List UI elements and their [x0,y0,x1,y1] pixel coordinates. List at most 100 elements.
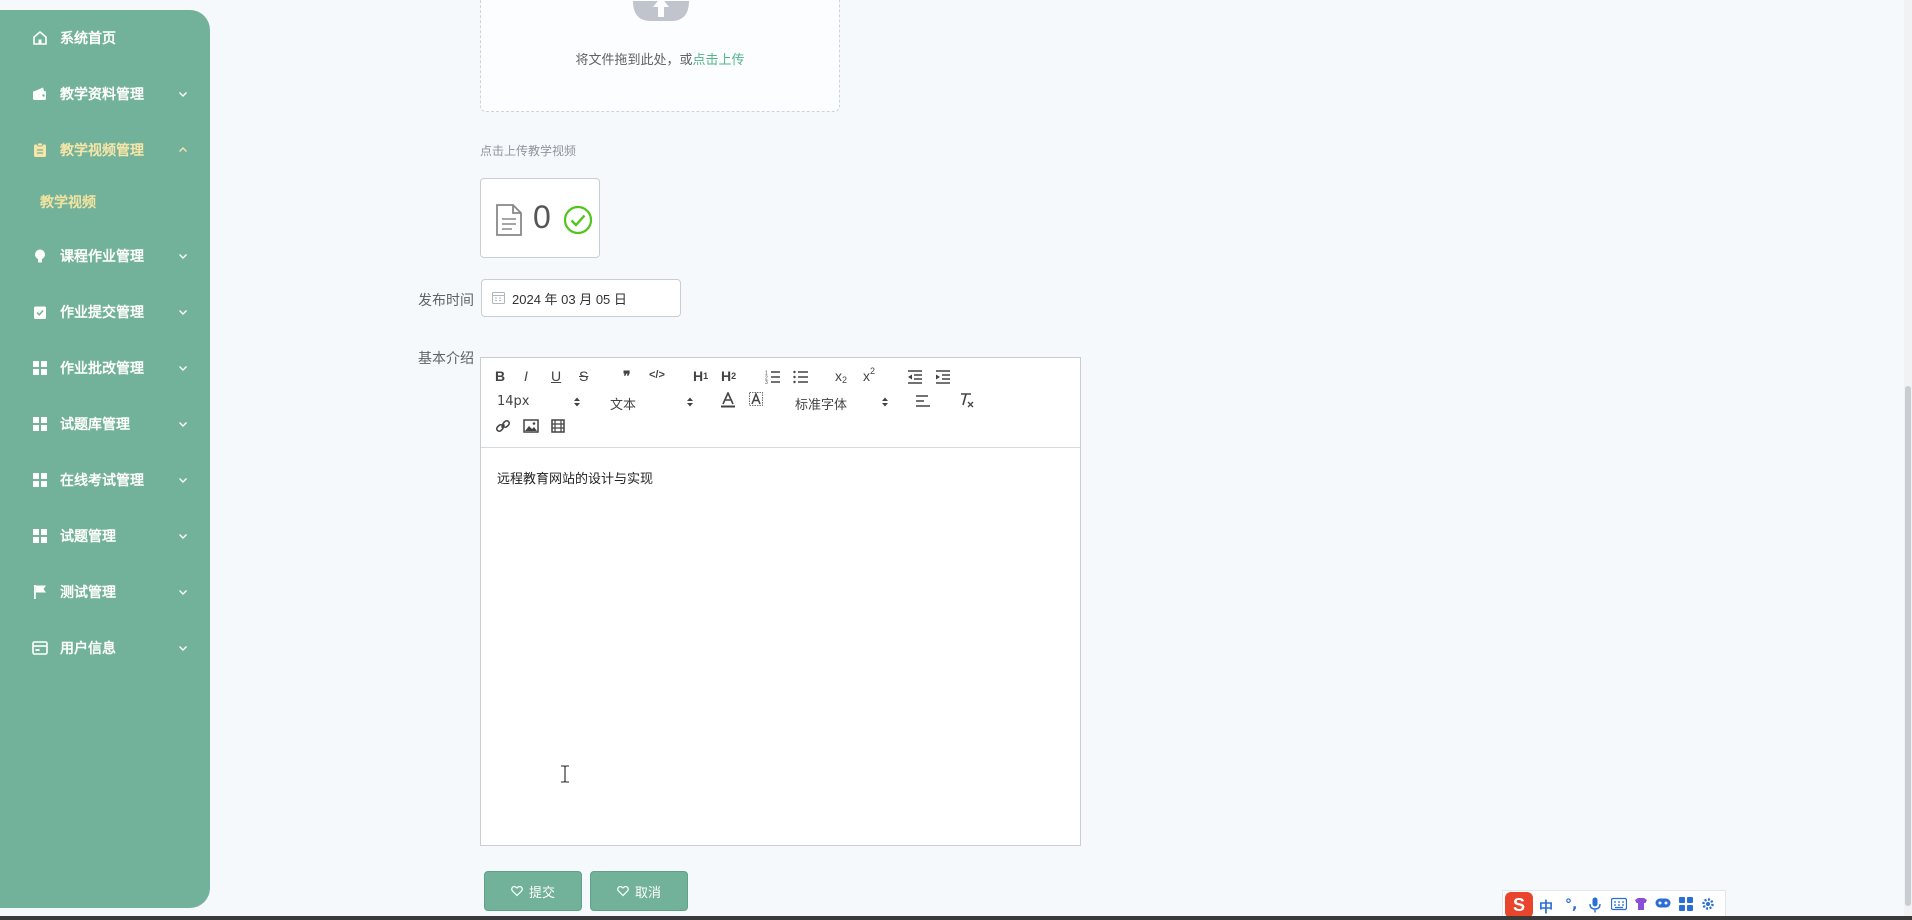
uploaded-file-card[interactable]: 0 [480,178,600,258]
image-icon[interactable] [523,419,539,433]
chevron-updown-icon [574,397,580,407]
sidebar-item-teaching-videos[interactable]: 教学视频管理 [0,122,210,178]
sidebar-item-label: 用户信息 [60,641,116,657]
sidebar-item-test[interactable]: 测试管理 [0,564,210,620]
taskbar-edge [0,916,1912,920]
punctuation-icon[interactable]: °, [1565,897,1577,913]
submit-button[interactable]: 提交 [484,871,582,911]
chevron-updown-icon [882,397,888,407]
clipboard-check-icon [32,304,48,320]
header-picker[interactable]: 文本 [610,394,694,413]
sidebar-item-questions[interactable]: 试题管理 [0,508,210,564]
upload-cloud-icon [633,0,689,21]
publish-date-value: 2024 年 03 月 05 日 [512,291,627,307]
header-picker-value: 文本 [610,398,637,413]
background-color-icon[interactable] [749,392,763,408]
heading1-icon[interactable]: H1 [693,368,708,384]
ime-toolbar: S 中 °, [1502,890,1726,918]
bulb-icon [32,248,48,264]
sidebar-subitem-label: 教学视频 [40,195,96,211]
keyboard-icon[interactable] [1610,897,1628,915]
chevron-updown-icon [687,397,693,407]
chevron-down-icon [179,534,187,539]
sidebar-item-online-exam[interactable]: 在线考试管理 [0,452,210,508]
editor-content[interactable]: 远程教育网站的设计与实现 [497,468,653,487]
sidebar-item-home[interactable]: 系统首页 [0,10,210,66]
chevron-down-icon [179,366,187,371]
sidebar-item-label: 试题库管理 [60,417,130,433]
game-icon[interactable] [1655,897,1671,913]
link-icon[interactable] [495,418,511,434]
align-icon[interactable] [915,395,931,407]
home-icon [32,30,48,46]
indent-icon[interactable] [935,370,951,384]
ordered-list-icon[interactable]: 123 [765,370,781,384]
skin-icon[interactable] [1633,897,1649,915]
superscript-icon[interactable]: x2 [863,366,875,384]
text-color-icon[interactable] [721,392,735,408]
ime-logo[interactable]: S [1505,892,1533,918]
clear-format-icon[interactable] [959,392,975,408]
sidebar-item-teaching-materials[interactable]: 教学资料管理 [0,66,210,122]
heading2-icon[interactable]: H2 [721,368,736,384]
video-icon[interactable] [551,419,565,433]
grid-icon [32,416,48,432]
submit-button-label: 提交 [528,885,555,901]
ime-mode-toggle[interactable]: 中 [1539,897,1553,917]
sidebar-item-homework-review[interactable]: 作业批改管理 [0,340,210,396]
sidebar-item-label: 系统首页 [60,31,116,47]
sidebar: 系统首页 教学资料管理 教学视频管理 教学视频 课程作业管理 作业提交管理 作业… [0,10,210,908]
publish-date-picker[interactable]: 2024 年 03 月 05 日 [481,279,681,317]
font-size-picker[interactable]: 14px [497,394,581,409]
underline-icon[interactable]: U [551,368,561,384]
clipboard-icon [32,142,48,158]
grid-icon [32,472,48,488]
outdent-icon[interactable] [907,370,923,384]
chevron-down-icon [179,422,187,427]
sidebar-item-label: 作业提交管理 [60,305,144,321]
cancel-button[interactable]: 取消 [590,871,688,911]
strikethrough-icon[interactable]: S [579,368,588,384]
wallet-icon [32,86,48,102]
sidebar-item-user-info[interactable]: 用户信息 [0,620,210,676]
font-family-picker[interactable]: 标准字体 [795,394,889,413]
sidebar-item-homework-submit[interactable]: 作业提交管理 [0,284,210,340]
chevron-down-icon [179,310,187,315]
sidebar-item-label: 课程作业管理 [60,249,144,265]
italic-icon[interactable]: I [524,368,528,384]
file-count: 0 [533,199,551,235]
grid-icon [32,528,48,544]
page: 系统首页 教学资料管理 教学视频管理 教学视频 课程作业管理 作业提交管理 作业… [0,0,1912,920]
subscript-icon[interactable]: x2 [835,368,847,385]
sidebar-item-label: 教学视频管理 [60,143,144,159]
font-size-value: 14px [497,394,530,409]
upload-dropzone[interactable]: 将文件拖到此处，或点击上传 [480,0,840,112]
intro-label: 基本介绍 [418,351,474,367]
sidebar-item-label: 在线考试管理 [60,473,144,489]
calendar-icon [492,292,505,304]
sidebar-item-question-bank[interactable]: 试题库管理 [0,396,210,452]
apps-icon[interactable] [1679,897,1693,915]
bold-icon[interactable]: B [495,368,505,384]
flag-icon [32,584,48,600]
settings-icon[interactable] [1701,897,1715,915]
bullet-list-icon[interactable] [793,370,809,384]
heart-icon [511,885,523,897]
chevron-down-icon [179,478,187,483]
text-cursor-icon [561,765,569,783]
blockquote-icon[interactable]: ❞ [623,368,631,385]
sidebar-item-course-homework[interactable]: 课程作业管理 [0,228,210,284]
sidebar-item-label: 试题管理 [60,529,116,545]
cancel-button-label: 取消 [634,885,661,901]
editor-toolbar: B I U S ❞ </> H1 H2 123 x2 x2 14px 文本 标准… [481,358,1080,448]
sidebar-subitem-teaching-video[interactable]: 教学视频 [0,180,210,224]
code-block-icon[interactable]: </> [649,369,665,381]
chevron-down-icon [179,92,187,97]
sidebar-item-label: 测试管理 [60,585,116,601]
grid-icon [32,360,48,376]
microphone-icon[interactable] [1589,897,1601,917]
sidebar-item-label: 教学资料管理 [60,87,144,103]
upload-link[interactable]: 点击上传 [693,53,745,68]
scrollbar-thumb[interactable] [1905,386,1911,906]
card-icon [32,640,48,656]
